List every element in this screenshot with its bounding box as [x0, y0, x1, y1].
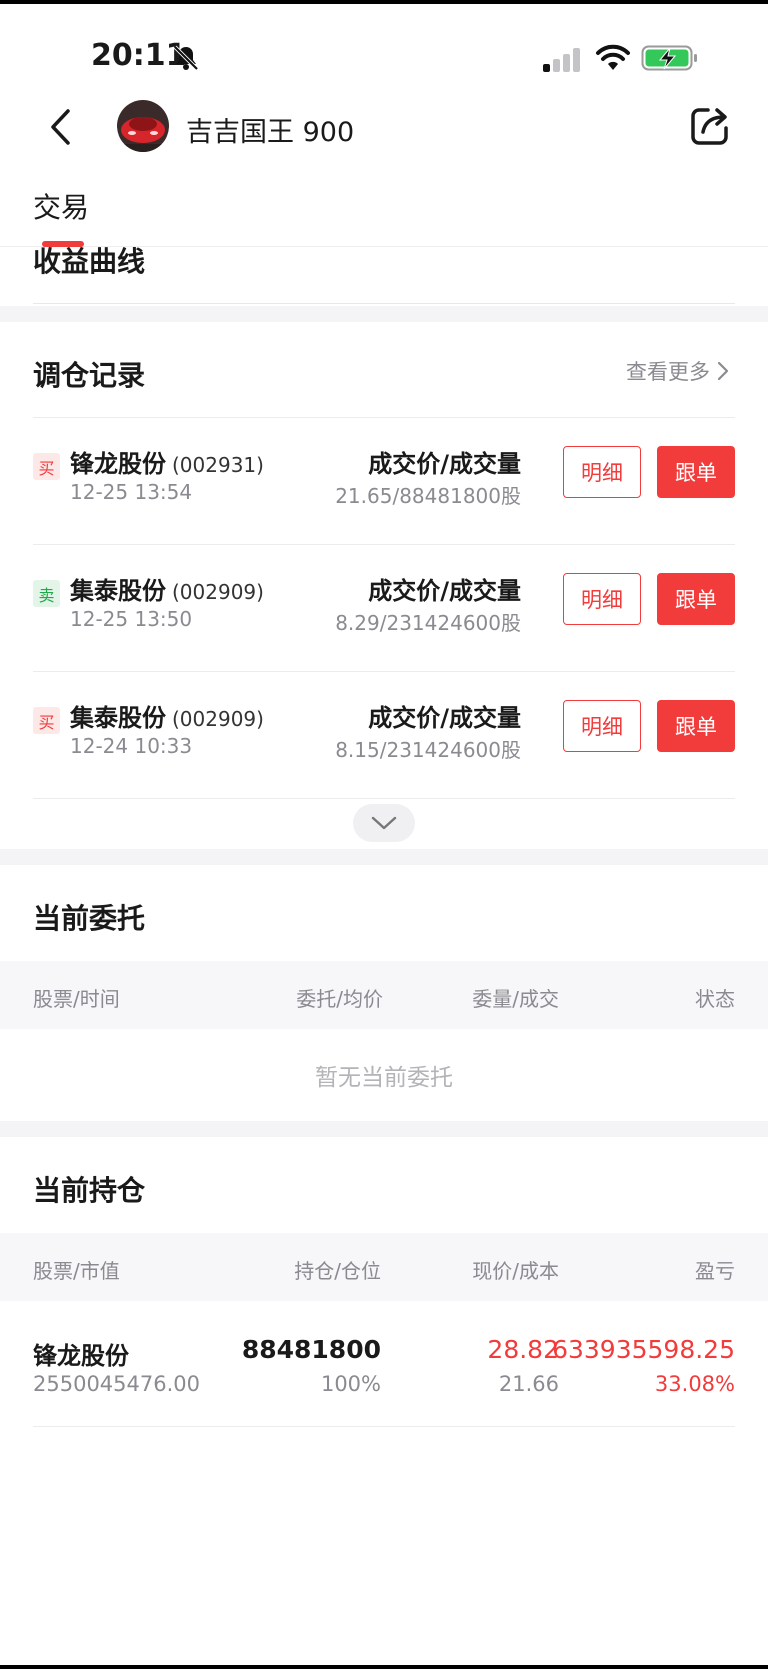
detail-button[interactable]: 明细 — [563, 446, 641, 498]
price-volume-label: 成交价/成交量 — [368, 450, 521, 478]
stock-name-text: 锋龙股份 — [70, 450, 166, 478]
column-header: 盈亏 — [695, 1259, 735, 1283]
divider — [33, 1426, 735, 1427]
holding-current-price: 28.82 — [487, 1335, 559, 1364]
stock-name[interactable]: 集泰股份 (002909) — [70, 571, 264, 606]
current-orders-title: 当前委托 — [33, 902, 146, 935]
follow-button[interactable]: 跟单 — [657, 573, 735, 625]
section-gap — [0, 1121, 768, 1137]
trade-time: 12-25 13:54 — [70, 480, 193, 504]
divider — [33, 798, 735, 799]
trade-records-title: 调仓记录 — [33, 359, 146, 392]
view-more-label: 查看更多 — [626, 360, 710, 384]
column-header: 股票/时间 — [33, 987, 120, 1011]
buy-badge: 买 — [33, 453, 60, 480]
section-gap — [0, 849, 768, 865]
column-header: 委托/均价 — [296, 987, 383, 1011]
buy-badge: 买 — [33, 707, 60, 734]
chevron-right-icon — [717, 361, 729, 381]
stock-code: (002909) — [172, 707, 264, 731]
column-header: 持仓/仓位 — [294, 1259, 381, 1283]
trade-record-row: 买 锋龙股份 (002931) 12-25 13:54 成交价/成交量 21.65… — [0, 418, 768, 544]
share-icon — [691, 108, 728, 145]
expand-button[interactable] — [353, 804, 415, 842]
detail-button[interactable]: 明细 — [563, 700, 641, 752]
stock-name-text: 集泰股份 — [70, 577, 166, 605]
detail-button[interactable]: 明细 — [563, 573, 641, 625]
holding-quantity: 88481800 — [241, 1335, 381, 1364]
follow-button[interactable]: 跟单 — [657, 700, 735, 752]
signal-icon — [543, 48, 580, 72]
price-volume-value: 8.29/231424600股 — [335, 611, 521, 635]
trade-record-row: 买 集泰股份 (002909) 12-24 10:33 成交价/成交量 8.15/… — [0, 672, 768, 798]
chevron-down-icon — [371, 816, 397, 830]
tab-bar: 交易 — [0, 168, 768, 247]
follow-button[interactable]: 跟单 — [657, 446, 735, 498]
status-bar: 20:11 — [0, 4, 768, 86]
stock-code: (002909) — [172, 580, 264, 604]
price-volume-label: 成交价/成交量 — [368, 704, 521, 732]
stock-code: (002931) — [172, 453, 264, 477]
holding-profit: 633935598.25 — [552, 1335, 735, 1364]
bell-off-icon — [173, 45, 199, 71]
orders-table-header: 股票/时间 委托/均价 委量/成交 状态 — [0, 961, 768, 1029]
trade-record-row: 卖 集泰股份 (002909) 12-25 13:50 成交价/成交量 8.29/… — [0, 545, 768, 671]
holding-cost: 21.66 — [498, 1372, 559, 1396]
battery-charging-icon — [641, 45, 697, 71]
divider — [33, 303, 735, 304]
stock-name[interactable]: 集泰股份 (002909) — [70, 698, 264, 733]
sell-badge: 卖 — [33, 580, 60, 607]
chevron-left-icon — [51, 109, 70, 145]
tab-trade[interactable]: 交易 — [33, 186, 89, 226]
column-header: 状态 — [695, 987, 735, 1011]
stock-name-text: 集泰股份 — [70, 704, 166, 732]
holding-position: 100% — [320, 1372, 381, 1396]
column-header: 现价/成本 — [472, 1259, 559, 1283]
avatar-image — [117, 100, 169, 152]
view-more-link[interactable]: 查看更多 — [626, 356, 730, 386]
user-name[interactable]: 吉吉国王 900 — [186, 110, 354, 149]
holding-market-value: 2550045476.00 — [33, 1372, 201, 1396]
avatar[interactable] — [117, 100, 169, 152]
price-volume-label: 成交价/成交量 — [368, 577, 521, 605]
current-holdings-title: 当前持仓 — [33, 1174, 146, 1207]
top-nav: 吉吉国王 900 — [0, 86, 768, 168]
column-header: 股票/市值 — [33, 1259, 120, 1283]
back-button[interactable] — [40, 104, 80, 150]
holdings-table-header: 股票/市值 持仓/仓位 现价/成本 盈亏 — [0, 1233, 768, 1301]
price-volume-value: 21.65/88481800股 — [335, 484, 521, 508]
wifi-icon — [596, 44, 630, 70]
tab-active-indicator — [42, 241, 84, 247]
column-header: 委量/成交 — [472, 987, 559, 1011]
screen-bottom-edge — [0, 1665, 768, 1669]
orders-empty-text: 暂无当前委托 — [315, 1065, 453, 1091]
trade-time: 12-25 13:50 — [70, 607, 193, 631]
stock-name[interactable]: 锋龙股份 (002931) — [70, 444, 264, 479]
trade-time: 12-24 10:33 — [70, 734, 193, 758]
price-volume-value: 8.15/231424600股 — [335, 738, 521, 762]
holding-profit-percent: 33.08% — [654, 1372, 735, 1396]
share-button[interactable] — [688, 104, 732, 148]
section-gap — [0, 306, 768, 322]
holding-stock-name[interactable]: 锋龙股份 — [33, 1336, 129, 1371]
